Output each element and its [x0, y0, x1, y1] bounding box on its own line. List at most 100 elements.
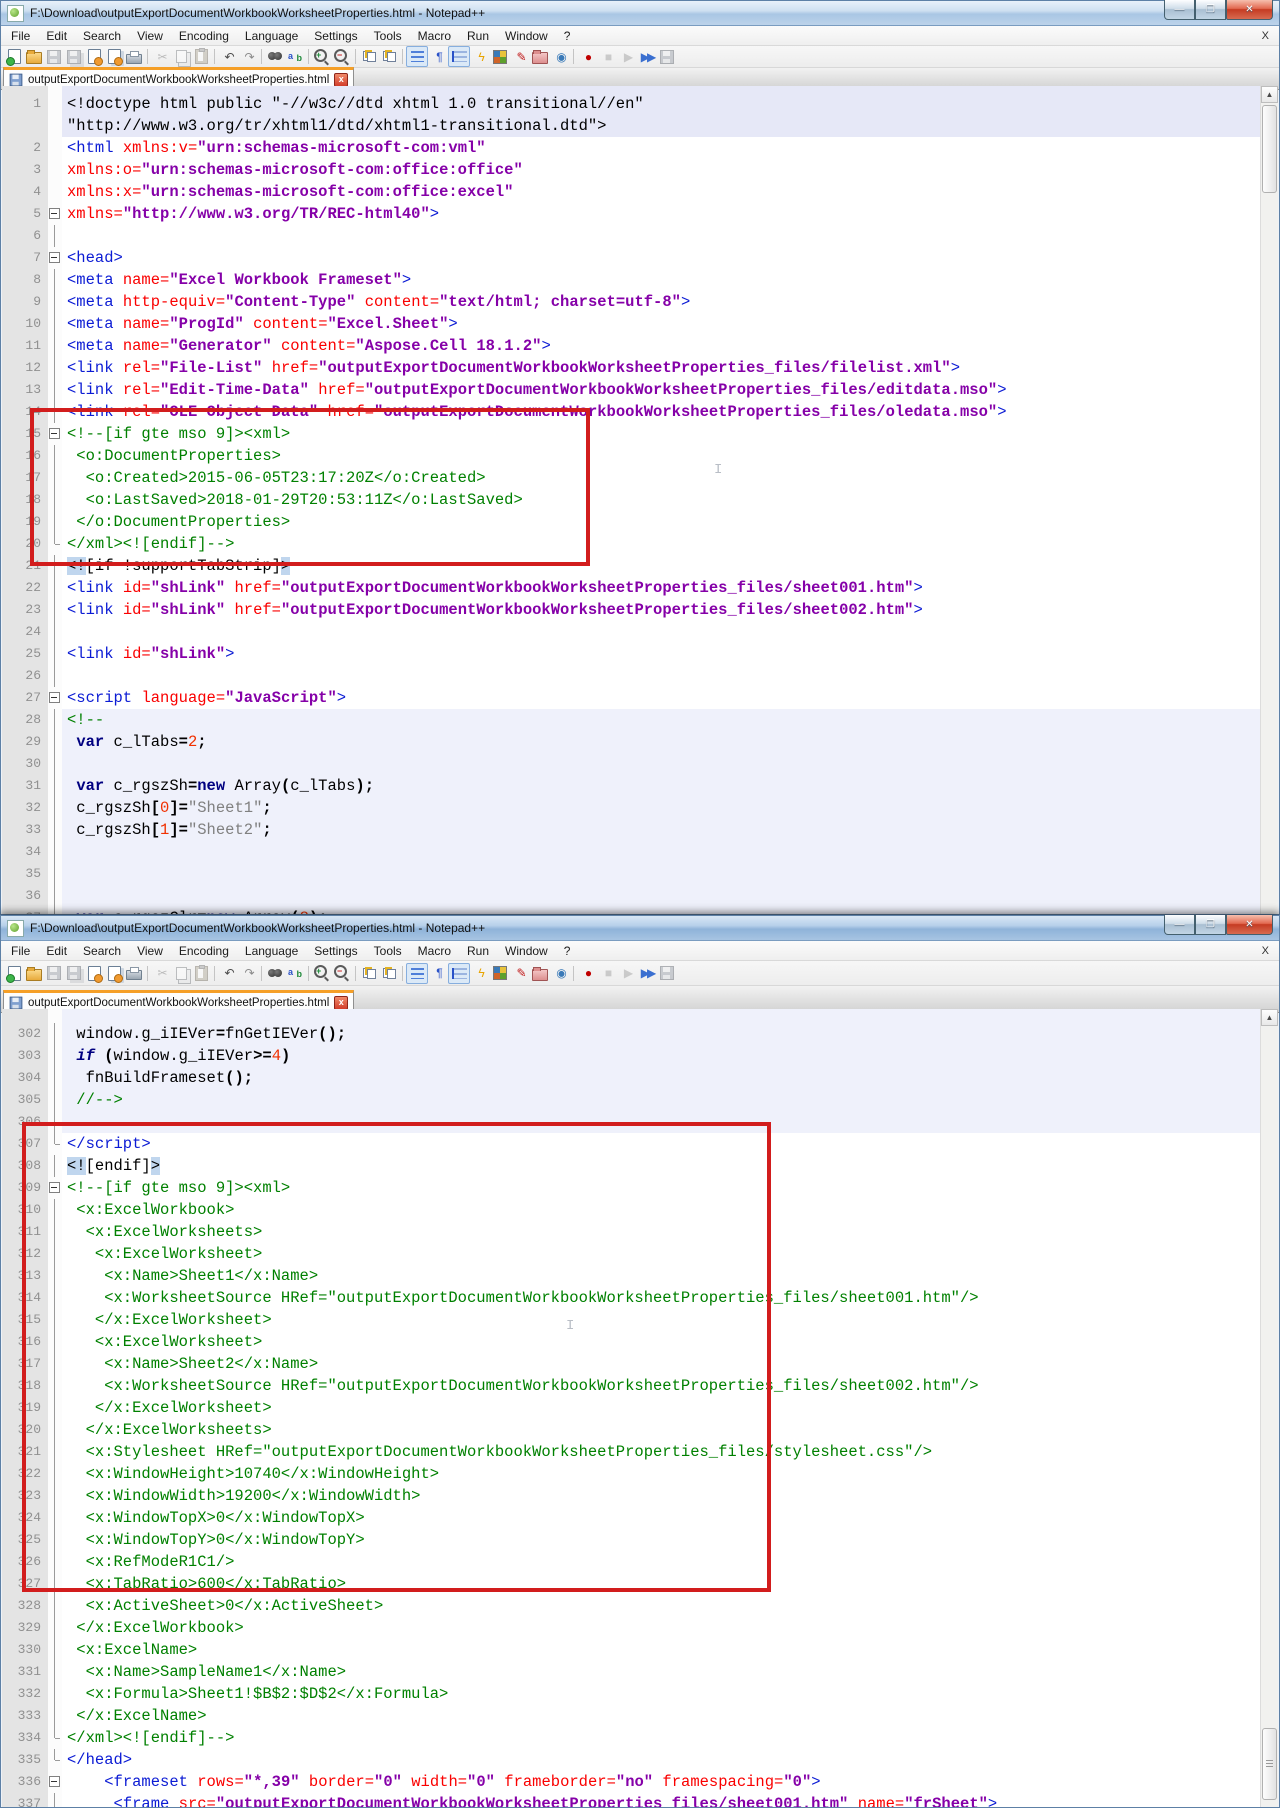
- menu-view[interactable]: View: [129, 28, 171, 44]
- toolbar-save-all-icon[interactable]: [64, 47, 84, 66]
- toolbar-sync-horizontal-scroll-icon[interactable]: [379, 47, 399, 66]
- code-line-9[interactable]: 9<meta http-equiv="Content-Type" content…: [2, 291, 1261, 313]
- code-line-330[interactable]: 330 <x:ExcelName>: [2, 1639, 1261, 1661]
- code-line-302[interactable]: 302 window.g_iIEVer=fnGetIEVer();: [2, 1023, 1261, 1045]
- toolbar-paste-icon[interactable]: [191, 47, 211, 66]
- menu-settings[interactable]: Settings: [306, 943, 365, 959]
- toolbar-zoom-in-icon[interactable]: [312, 47, 332, 66]
- toolbar-word-wrap-icon[interactable]: [406, 963, 428, 984]
- menu-language[interactable]: Language: [237, 28, 306, 44]
- code-line-1[interactable]: 1<!doctype html public "-//w3c//dtd xhtm…: [2, 93, 1261, 115]
- close-button[interactable]: ✕: [1226, 0, 1273, 20]
- toolbar-macro-record-icon[interactable]: ●: [577, 47, 597, 66]
- toolbar-open-file-icon[interactable]: [24, 964, 44, 983]
- menubar-close-icon[interactable]: X: [1262, 30, 1277, 42]
- code-line-30[interactable]: 30: [2, 753, 1261, 775]
- scroll-up-arrow[interactable]: ▲: [1261, 86, 1278, 103]
- code-line-22[interactable]: 22<link id="shLink" href="outputExportDo…: [2, 577, 1261, 599]
- menu-file[interactable]: File: [3, 28, 38, 44]
- fold-collapse-icon[interactable]: [48, 247, 62, 269]
- menu-window[interactable]: Window: [497, 28, 556, 44]
- code-line-27[interactable]: 27<script language="JavaScript">: [2, 687, 1261, 709]
- toolbar-macro-save-icon[interactable]: [657, 964, 677, 983]
- code-line-37[interactable]: 37 var c_rgszClr=new Array(8);: [2, 907, 1261, 914]
- code-line-31[interactable]: 31 var c_rgszSh=new Array(c_lTabs);: [2, 775, 1261, 797]
- toolbar-word-wrap-icon[interactable]: [406, 46, 428, 67]
- menu-macro[interactable]: Macro: [410, 943, 459, 959]
- menu-encoding[interactable]: Encoding: [171, 28, 237, 44]
- toolbar-macro-stop-icon[interactable]: ■: [597, 964, 617, 983]
- code-line-2[interactable]: 2<html xmlns:v="urn:schemas-microsoft-co…: [2, 137, 1261, 159]
- toolbar-copy-icon[interactable]: [171, 964, 191, 983]
- menu-search[interactable]: Search: [75, 28, 129, 44]
- toolbar-sync-vertical-scroll-icon[interactable]: [359, 47, 379, 66]
- code-line-25[interactable]: 25<link id="shLink">: [2, 643, 1261, 665]
- toolbar-show-all-characters-icon[interactable]: ¶: [428, 964, 448, 983]
- toolbar-undo-icon[interactable]: ↶: [218, 47, 238, 66]
- toolbar-redo-icon[interactable]: ↷: [238, 964, 258, 983]
- toolbar-sync-horizontal-scroll-icon[interactable]: [379, 964, 399, 983]
- toolbar-new-file-icon[interactable]: [4, 47, 24, 66]
- code-line-26[interactable]: 26: [2, 665, 1261, 687]
- toolbar-macro-run-multiple-icon[interactable]: ▶▶: [637, 47, 657, 66]
- code-line-34[interactable]: 34: [2, 841, 1261, 863]
- minimize-button[interactable]: —: [1164, 0, 1195, 20]
- code-line-3[interactable]: 3xmlns:o="urn:schemas-microsoft-com:offi…: [2, 159, 1261, 181]
- toolbar-cut-icon[interactable]: ✂: [151, 47, 171, 66]
- toolbar-open-file-icon[interactable]: [24, 47, 44, 66]
- code-line-13[interactable]: 13<link rel="Edit-Time-Data" href="outpu…: [2, 379, 1261, 401]
- fold-collapse-icon[interactable]: [48, 203, 62, 225]
- code-line-337[interactable]: 337 <frame src="outputExportDocumentWork…: [2, 1793, 1261, 1807]
- scroll-up-arrow[interactable]: ▲: [1261, 1009, 1278, 1026]
- toolbar-close-icon[interactable]: [84, 47, 104, 66]
- vertical-scrollbar[interactable]: ▲: [1260, 1009, 1278, 1807]
- title-bar[interactable]: F:\Download\outputExportDocumentWorkbook…: [1, 916, 1279, 941]
- toolbar-function-list-icon[interactable]: ϟ: [470, 47, 490, 66]
- vertical-scrollbar[interactable]: ▲: [1260, 86, 1278, 914]
- menubar-close-icon[interactable]: X: [1262, 945, 1277, 957]
- menu-window[interactable]: Window: [497, 943, 556, 959]
- code-line-334[interactable]: 334</xml><![endif]-->: [2, 1727, 1261, 1749]
- toolbar-new-file-icon[interactable]: [4, 964, 24, 983]
- code-line-33[interactable]: 33 c_rgszSh[1]="Sheet2";: [2, 819, 1261, 841]
- tab-close-icon[interactable]: x: [334, 996, 348, 1010]
- minimize-button[interactable]: —: [1164, 915, 1195, 935]
- toolbar-show-all-characters-icon[interactable]: ¶: [428, 47, 448, 66]
- toolbar-redo-icon[interactable]: ↷: [238, 47, 258, 66]
- code-line-35[interactable]: 35: [2, 863, 1261, 885]
- toolbar-macro-save-icon[interactable]: [657, 47, 677, 66]
- toolbar-document-switcher-icon[interactable]: ✎: [510, 47, 530, 66]
- code-line-32[interactable]: 32 c_rgszSh[0]="Sheet1";: [2, 797, 1261, 819]
- menu-help[interactable]: ?: [556, 943, 579, 959]
- code-line-335[interactable]: 335</head>: [2, 1749, 1261, 1771]
- close-button[interactable]: ✕: [1226, 915, 1273, 935]
- menu-search[interactable]: Search: [75, 943, 129, 959]
- toolbar-project-panel-icon[interactable]: [530, 47, 550, 66]
- code-line-wrap[interactable]: "http://www.w3.org/tr/xhtml1/dtd/xhtml1-…: [2, 115, 1261, 137]
- code-line-36[interactable]: 36: [2, 885, 1261, 907]
- fold-collapse-icon[interactable]: [48, 1771, 62, 1793]
- menu-edit[interactable]: Edit: [38, 943, 75, 959]
- menu-help[interactable]: ?: [556, 28, 579, 44]
- code-line-6[interactable]: 6: [2, 225, 1261, 247]
- tab-close-icon[interactable]: x: [334, 73, 348, 87]
- toolbar-macro-run-multiple-icon[interactable]: ▶▶: [637, 964, 657, 983]
- menu-run[interactable]: Run: [459, 28, 497, 44]
- toolbar-document-map-icon[interactable]: [490, 964, 510, 983]
- title-bar[interactable]: F:\Download\outputExportDocumentWorkbook…: [1, 1, 1279, 26]
- code-line-24[interactable]: 24: [2, 621, 1261, 643]
- toolbar-project-panel-icon[interactable]: [530, 964, 550, 983]
- code-line-8[interactable]: 8<meta name="Excel Workbook Frameset">: [2, 269, 1261, 291]
- code-line-11[interactable]: 11<meta name="Generator" content="Aspose…: [2, 335, 1261, 357]
- toolbar-show-indent-guide-icon[interactable]: [448, 46, 470, 67]
- menu-file[interactable]: File: [3, 943, 38, 959]
- code-line-4[interactable]: 4xmlns:x="urn:schemas-microsoft-com:offi…: [2, 181, 1261, 203]
- toolbar-macro-stop-icon[interactable]: ■: [597, 47, 617, 66]
- toolbar-close-icon[interactable]: [84, 964, 104, 983]
- code-line-332[interactable]: 332 <x:Formula>Sheet1!$B$2:$D$2</x:Formu…: [2, 1683, 1261, 1705]
- menu-tools[interactable]: Tools: [366, 28, 410, 44]
- menu-run[interactable]: Run: [459, 943, 497, 959]
- code-line-7[interactable]: 7<head>: [2, 247, 1261, 269]
- toolbar-replace-icon[interactable]: [285, 47, 305, 66]
- code-line-5[interactable]: 5xmlns="http://www.w3.org/TR/REC-html40"…: [2, 203, 1261, 225]
